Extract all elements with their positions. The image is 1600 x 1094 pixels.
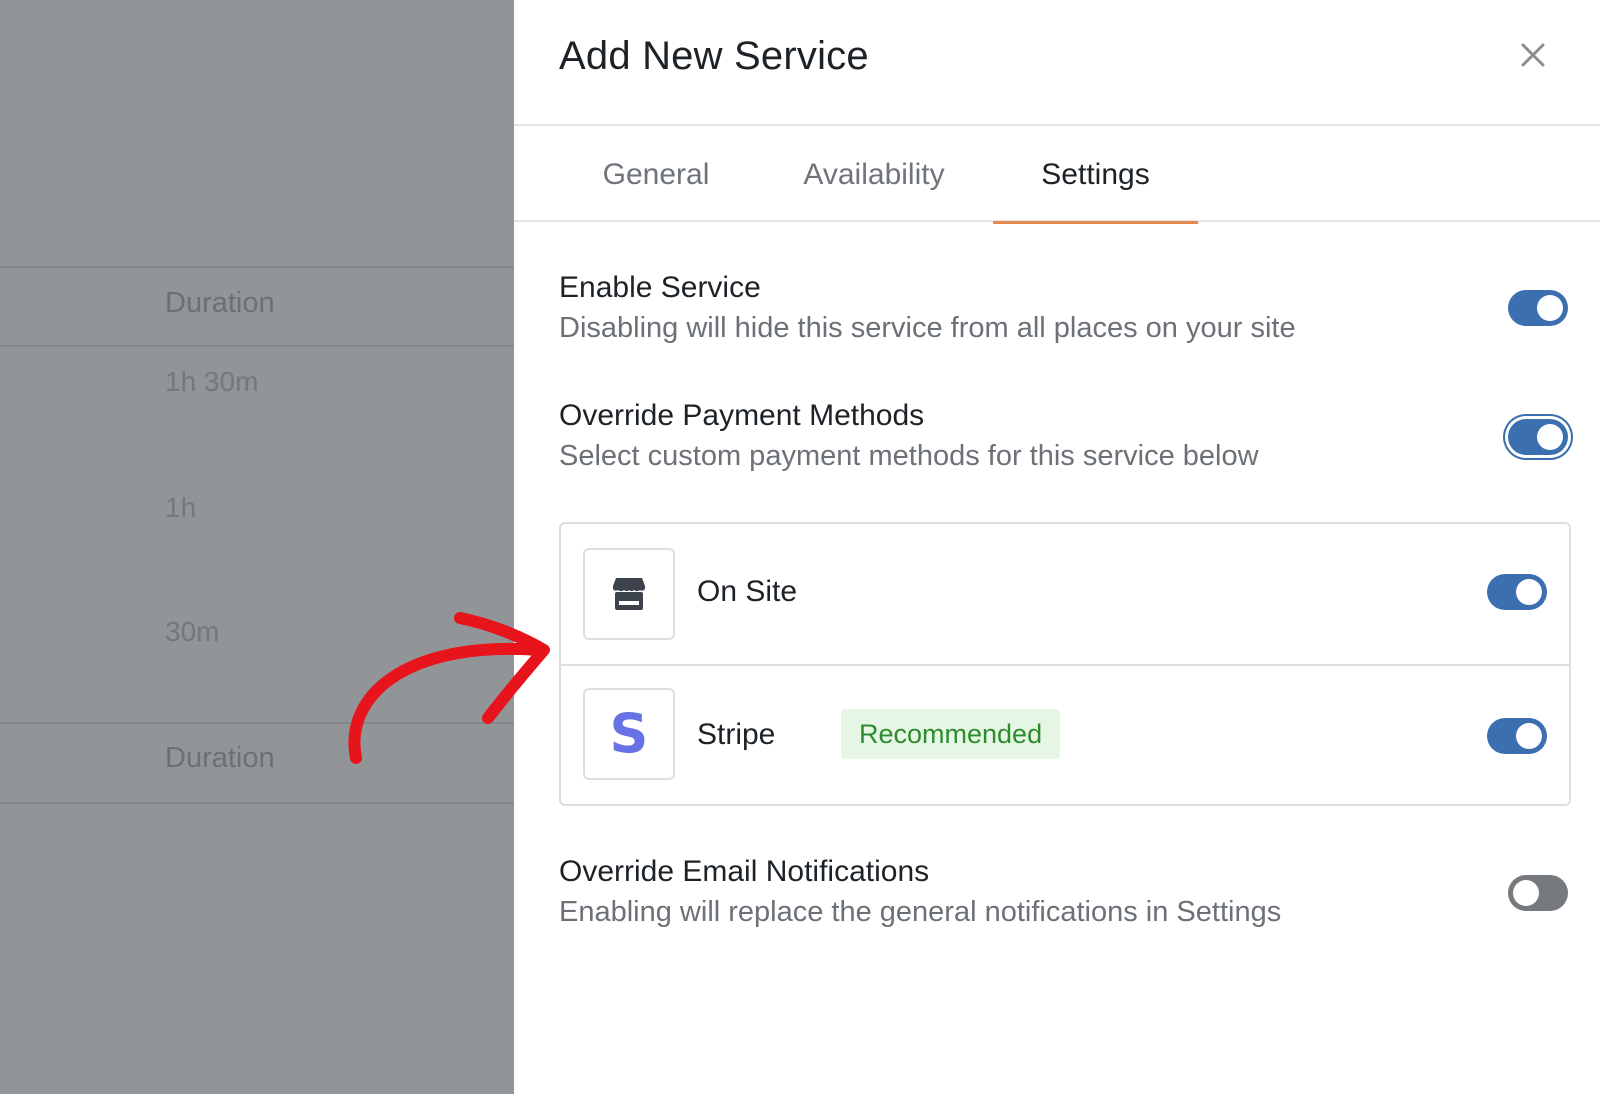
tab-general[interactable]: General [576,128,736,222]
setting-title: Enable Service [559,271,761,304]
table-divider [0,345,514,347]
table-divider [0,802,514,804]
setting-description: Select custom payment methods for this s… [559,440,1259,472]
close-button[interactable] [1516,38,1550,72]
stripe-logo-icon: S [583,688,675,780]
tab-availability[interactable]: Availability [764,128,984,222]
tab-bar: General Availability Settings [514,128,1600,224]
setting-enable-service: Enable Service Disabling will hide this … [559,268,1559,348]
setting-title: Override Email Notifications [559,855,930,888]
drawer-title: Add New Service [559,34,869,78]
table-divider [0,722,514,724]
table-divider [0,266,514,268]
drawer-header: Add New Service [514,0,1600,126]
table-cell-duration: 30m [165,616,220,647]
setting-title: Override Payment Methods [559,399,925,432]
override-payment-toggle[interactable] [1508,419,1568,455]
table-cell-duration: 1h 30m [165,366,259,397]
payment-method-name: On Site [697,575,798,608]
setting-description: Enabling will replace the general notifi… [559,896,1282,928]
recommended-badge: Recommended [841,709,1061,759]
stripe-toggle[interactable] [1487,718,1547,754]
table-header-duration: Duration [165,742,275,774]
payment-method-name: Stripe [697,718,776,751]
add-service-drawer: Add New Service General Availability Set… [514,0,1600,1094]
table-header-duration: Duration [165,287,275,319]
storefront-icon [583,548,675,640]
setting-description: Disabling will hide this service from al… [559,312,1296,344]
enable-service-toggle[interactable] [1508,290,1568,326]
payment-method-stripe: S Stripe Recommended [561,664,1569,804]
table-cell-duration: 1h [165,492,197,523]
tab-settings[interactable]: Settings [993,128,1198,224]
payment-methods-list: On Site S Stripe Recommended [559,522,1571,806]
payment-method-on-site: On Site [561,524,1569,664]
setting-override-payment: Override Payment Methods Select custom p… [559,396,1559,476]
close-icon [1521,43,1545,67]
setting-override-email: Override Email Notifications Enabling wi… [559,852,1559,932]
on-site-toggle[interactable] [1487,574,1547,610]
page-backdrop[interactable]: Duration 1h 30m 1h 30m Duration [0,0,514,1094]
override-email-toggle[interactable] [1508,875,1568,911]
